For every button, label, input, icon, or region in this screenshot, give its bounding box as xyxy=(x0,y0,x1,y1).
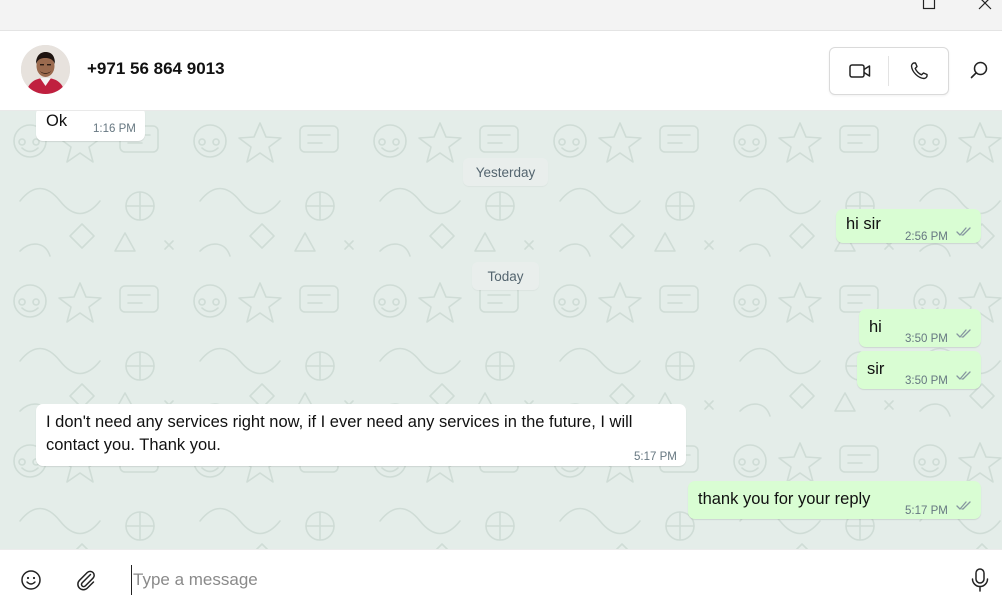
voice-call-button[interactable] xyxy=(889,48,948,94)
message-composer xyxy=(0,549,1002,608)
paperclip-icon[interactable] xyxy=(74,568,98,592)
video-camera-icon xyxy=(848,64,870,78)
maximize-icon[interactable] xyxy=(920,0,938,12)
message-time: 2:56 PM xyxy=(905,231,948,243)
message-time: 5:17 PM xyxy=(634,451,677,463)
read-receipt-icon xyxy=(956,371,971,380)
message-text: hi xyxy=(869,318,882,336)
message-text: hi sir xyxy=(846,215,881,233)
message-bubble-outgoing[interactable]: sir 3:50 PM xyxy=(857,351,981,389)
message-bubble-outgoing[interactable]: hi 3:50 PM xyxy=(859,309,981,347)
message-text-line: contact you. Thank you. xyxy=(46,436,221,454)
message-text: sir xyxy=(867,360,885,378)
date-separator: Yesterday xyxy=(463,158,548,186)
message-time: 1:16 PM xyxy=(93,123,136,135)
search-icon xyxy=(970,61,988,79)
emoji-icon[interactable] xyxy=(19,568,43,592)
read-receipt-icon xyxy=(956,329,971,338)
window-title-bar xyxy=(0,0,1002,31)
message-time: 3:50 PM xyxy=(905,375,948,387)
message-bubble-incoming[interactable]: Ok 1:16 PM xyxy=(36,111,145,141)
message-bubble-outgoing[interactable]: hi sir 2:56 PM xyxy=(836,209,981,243)
call-button-group xyxy=(829,47,949,95)
close-window-icon[interactable] xyxy=(976,0,994,12)
read-receipt-icon xyxy=(956,227,971,236)
phone-icon xyxy=(910,62,928,80)
video-call-button[interactable] xyxy=(830,48,889,94)
search-button[interactable] xyxy=(966,57,992,83)
message-input[interactable] xyxy=(131,565,913,595)
read-receipt-icon xyxy=(956,501,971,510)
contact-name[interactable]: +971 56 864 9013 xyxy=(87,59,225,79)
message-text: Ok xyxy=(46,112,68,130)
date-separator: Today xyxy=(472,262,539,290)
message-text: I don't need any services right now, if … xyxy=(46,411,686,457)
contact-avatar[interactable] xyxy=(21,45,70,94)
message-time: 5:17 PM xyxy=(905,505,948,517)
chat-header: +971 56 864 9013 xyxy=(0,31,1002,111)
message-list[interactable]: Ok 1:16 PM Yesterday hi sir 2:56 PM Toda… xyxy=(0,111,1002,549)
microphone-icon[interactable] xyxy=(968,567,992,593)
message-bubble-outgoing[interactable]: thank you for your reply 5:17 PM xyxy=(688,481,981,519)
message-bubble-incoming[interactable]: I don't need any services right now, if … xyxy=(36,404,686,466)
message-text: thank you for your reply xyxy=(698,490,871,508)
message-text-line: I don't need any services right now, if … xyxy=(46,413,633,431)
message-time: 3:50 PM xyxy=(905,333,948,345)
avatar-photo xyxy=(21,45,70,94)
